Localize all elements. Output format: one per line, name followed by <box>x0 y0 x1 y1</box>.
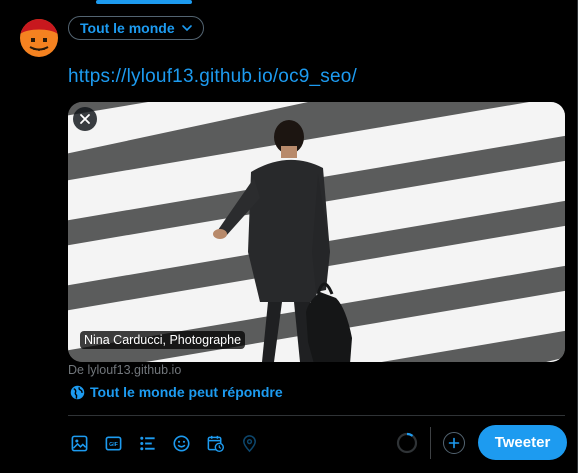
reply-setting-label: Tout le monde peut répondre <box>90 384 283 400</box>
location-button[interactable] <box>238 432 260 454</box>
tweet-text-input[interactable]: https://lylouf13.github.io/oc9_seo/ <box>68 66 357 88</box>
card-title-label: Nina Carducci, Photographe <box>80 331 246 349</box>
emoji-icon <box>172 434 190 452</box>
chevron-down-icon <box>181 25 192 32</box>
reply-setting-button[interactable]: Tout le monde peut répondre <box>70 384 283 400</box>
image-icon <box>71 435 87 451</box>
add-emoji-button[interactable] <box>170 432 192 454</box>
audience-label: Tout le monde <box>80 20 175 36</box>
location-icon <box>242 434 256 452</box>
add-gif-button[interactable]: GIF <box>102 432 124 454</box>
link-preview-card[interactable]: Nina Carducci, Photographe <box>68 102 565 362</box>
avatar[interactable] <box>20 19 58 57</box>
active-tab-indicator <box>96 0 192 4</box>
card-domain: De lylouf13.github.io <box>68 363 182 377</box>
plus-icon <box>448 437 460 449</box>
card-image <box>68 102 565 362</box>
add-tweet-button[interactable] <box>443 432 465 454</box>
globe-icon <box>70 385 85 399</box>
close-icon <box>80 114 90 124</box>
tweet-button[interactable]: Tweeter <box>478 425 567 460</box>
character-count-ring <box>396 432 418 454</box>
add-media-button[interactable] <box>68 432 90 454</box>
add-poll-button[interactable] <box>136 432 158 454</box>
toolbar-separator <box>430 427 431 459</box>
audience-dropdown[interactable]: Tout le monde <box>68 16 204 40</box>
remove-card-button[interactable] <box>73 107 97 131</box>
composer-toolbar: GIF <box>68 430 260 456</box>
schedule-button[interactable] <box>204 432 226 454</box>
schedule-icon <box>207 435 224 452</box>
toolbar-divider <box>68 415 565 416</box>
poll-icon <box>139 436 155 450</box>
svg-text:GIF: GIF <box>109 441 119 447</box>
gif-icon: GIF <box>105 436 121 450</box>
